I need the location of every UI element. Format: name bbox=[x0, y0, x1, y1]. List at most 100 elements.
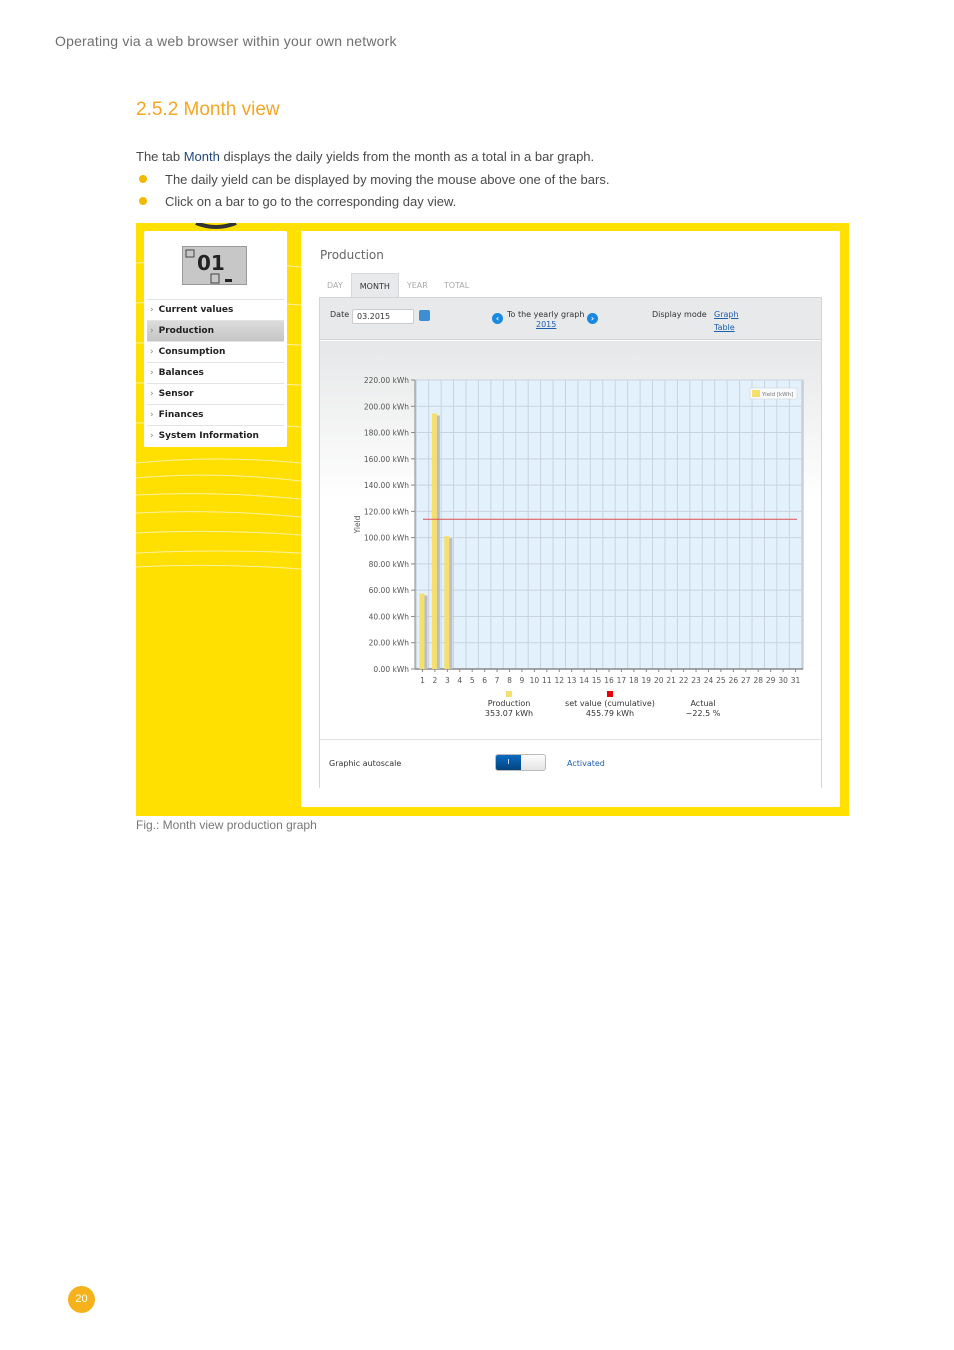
sidebar-item-label: System Information bbox=[158, 431, 259, 441]
x-tick-label: 16 bbox=[604, 676, 614, 685]
y-tick-label: 20.00 kWh bbox=[369, 639, 410, 648]
sidebar-nav: › Current values › Production › Consumption… bbox=[147, 299, 284, 446]
x-tick-label: 30 bbox=[778, 676, 788, 685]
x-tick-label: 31 bbox=[791, 676, 801, 685]
y-tick-label: 160.00 kWh bbox=[364, 455, 409, 464]
chevron-right-icon: › bbox=[150, 389, 154, 399]
autoscale-toggle[interactable]: I bbox=[495, 754, 546, 771]
x-tick-label: 10 bbox=[530, 676, 540, 685]
chevron-right-icon: › bbox=[150, 410, 154, 420]
date-input[interactable] bbox=[352, 309, 414, 324]
chevron-right-icon: › bbox=[150, 347, 154, 357]
date-toolbar: Date ‹ To the yearly graph 2015 › Displa… bbox=[320, 298, 821, 340]
intro-highlight-month: Month bbox=[183, 149, 220, 164]
page-number: 20 bbox=[68, 1286, 95, 1313]
sidebar-item-system-information[interactable]: › System Information bbox=[147, 425, 284, 446]
display-mode-label: Display mode bbox=[652, 310, 707, 319]
x-tick-label: 7 bbox=[495, 676, 500, 685]
sidebar-item-sensor[interactable]: › Sensor bbox=[147, 383, 284, 404]
screenshot-figure: 01 › Current values › Production › Consumpt… bbox=[136, 223, 849, 816]
prev-month-arrow-icon[interactable]: ‹ bbox=[492, 313, 503, 324]
display-mode-table-link[interactable]: Table bbox=[714, 323, 735, 332]
autoscale-label: Graphic autoscale bbox=[329, 759, 402, 768]
autoscale-row: Graphic autoscale I Activated bbox=[320, 739, 821, 789]
month-content: Date ‹ To the yearly graph 2015 › Displa… bbox=[319, 297, 822, 789]
bullet-dot-icon bbox=[139, 197, 147, 205]
production-bar-chart: 0.00 kWh 20.00 kWh 40.00 kWh 60.00 kWh 80.00… bbox=[353, 376, 804, 718]
running-header: Operating via a web browser within your … bbox=[55, 33, 397, 49]
intro-paragraph: The tab Month displays the daily yields … bbox=[136, 149, 594, 164]
sidebar-item-label: Current values bbox=[158, 305, 234, 315]
sidebar-item-label: Finances bbox=[158, 410, 204, 420]
summary-label: set value (cumulative) bbox=[565, 699, 655, 708]
bar bbox=[444, 536, 450, 669]
summary-swatch bbox=[607, 691, 613, 697]
x-tick-label: 4 bbox=[457, 676, 462, 685]
x-tick-label: 27 bbox=[741, 676, 751, 685]
x-tick-label: 25 bbox=[716, 676, 726, 685]
x-tick-label: 9 bbox=[520, 676, 525, 685]
x-tick-label: 20 bbox=[654, 676, 664, 685]
sidebar-item-label: Consumption bbox=[158, 347, 226, 357]
lcd-display: 01 bbox=[182, 246, 247, 285]
x-tick-label: 23 bbox=[691, 676, 701, 685]
x-tick-label: 17 bbox=[617, 676, 627, 685]
sidebar-item-current-values[interactable]: › Current values bbox=[147, 299, 284, 320]
x-tick-label: 18 bbox=[629, 676, 639, 685]
calendar-icon[interactable] bbox=[419, 310, 430, 321]
legend-label: Yield [kWh] bbox=[761, 392, 793, 398]
bar bbox=[419, 593, 425, 669]
sidebar-item-balances[interactable]: › Balances bbox=[147, 362, 284, 383]
date-label: Date bbox=[330, 310, 350, 319]
sidebar-item-finances[interactable]: › Finances bbox=[147, 404, 284, 425]
tab-month[interactable]: MONTH bbox=[350, 273, 399, 298]
y-tick-label: 40.00 kWh bbox=[369, 612, 410, 621]
chevron-right-icon: › bbox=[150, 368, 154, 378]
display-mode-graph-link[interactable]: Graph bbox=[714, 310, 739, 319]
panel-title: Production bbox=[320, 248, 384, 262]
x-tick-label: 5 bbox=[470, 676, 475, 685]
chevron-right-icon: › bbox=[150, 326, 154, 336]
yearly-graph-label: To the yearly graph bbox=[507, 310, 585, 319]
summary-label: Production bbox=[488, 699, 531, 708]
y-tick-label: 60.00 kWh bbox=[369, 586, 410, 595]
chevron-right-icon: › bbox=[150, 305, 154, 315]
tab-total[interactable]: TOTAL bbox=[436, 273, 477, 298]
y-axis-label: Yield bbox=[353, 515, 362, 534]
x-tick-label: 24 bbox=[704, 676, 714, 685]
autoscale-status: Activated bbox=[567, 759, 605, 768]
y-tick-label: 80.00 kWh bbox=[369, 560, 410, 569]
summary-value: −22.5 % bbox=[686, 709, 721, 718]
chevron-right-icon: › bbox=[150, 431, 154, 441]
x-tick-label: 21 bbox=[666, 676, 676, 685]
sidebar-item-label: Balances bbox=[158, 368, 204, 378]
x-tick-label: 11 bbox=[542, 676, 552, 685]
tab-day[interactable]: DAY bbox=[319, 273, 351, 298]
bar bbox=[431, 413, 437, 669]
intro-suffix: displays the daily yields from the month… bbox=[219, 149, 595, 164]
next-month-arrow-icon[interactable]: › bbox=[587, 313, 598, 324]
x-tick-label: 15 bbox=[592, 676, 602, 685]
x-tick-label: 29 bbox=[766, 676, 776, 685]
toggle-on-indicator: I bbox=[496, 755, 521, 770]
x-tick-label: 8 bbox=[507, 676, 512, 685]
sidebar-item-consumption[interactable]: › Consumption bbox=[147, 341, 284, 362]
y-tick-label: 140.00 kWh bbox=[364, 481, 409, 490]
y-tick-label: 220.00 kWh bbox=[364, 376, 409, 385]
y-tick-label: 100.00 kWh bbox=[364, 534, 409, 543]
summary-swatch bbox=[506, 691, 512, 697]
tab-year[interactable]: YEAR bbox=[399, 273, 436, 298]
summary-value: 353.07 kWh bbox=[485, 709, 533, 718]
figure-caption: Fig.: Month view production graph bbox=[136, 818, 317, 832]
x-tick-label: 14 bbox=[579, 676, 589, 685]
x-tick-label: 6 bbox=[482, 676, 487, 685]
sidebar-item-production[interactable]: › Production bbox=[147, 320, 284, 341]
y-tick-label: 180.00 kWh bbox=[364, 429, 409, 438]
bullet-item: The daily yield can be displayed by movi… bbox=[136, 172, 609, 194]
legend-swatch bbox=[752, 390, 760, 397]
production-panel: Production DAY MONTH YEAR TOTAL Date ‹ T… bbox=[301, 231, 840, 807]
plot-background bbox=[414, 379, 804, 670]
x-tick-label: 19 bbox=[642, 676, 652, 685]
chart-area: 0.00 kWh 20.00 kWh 40.00 kWh 60.00 kWh 80.00… bbox=[320, 341, 821, 739]
yearly-graph-link[interactable]: 2015 bbox=[536, 320, 556, 329]
